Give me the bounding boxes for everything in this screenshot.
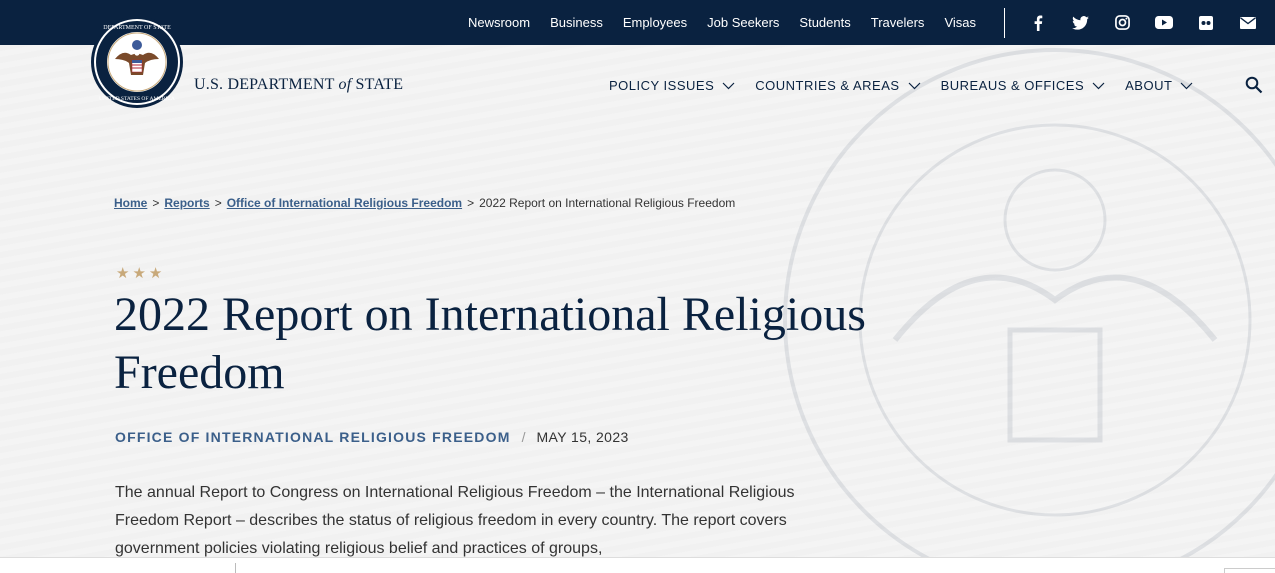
meta-divider: / [521,429,526,445]
utility-link-employees[interactable]: Employees [623,15,687,30]
svg-text:UNITED STATES OF AMERICA: UNITED STATES OF AMERICA [99,96,175,102]
chevron-down-icon [722,82,735,89]
intro-paragraph: The annual Report to Congress on Interna… [115,484,795,557]
utility-bar: Newsroom Business Employees Job Seekers … [0,0,1275,45]
search-icon[interactable] [1245,76,1263,94]
breadcrumb-home[interactable]: Home [114,196,147,210]
nav-about[interactable]: ABOUT [1125,78,1193,93]
instagram-icon[interactable] [1101,15,1143,30]
agency-name-prefix: U.S. DEPARTMENT [194,76,339,93]
nav-bureaus-offices-label: BUREAUS & OFFICES [940,78,1085,93]
agency-name-suffix: STATE [351,76,404,93]
breadcrumb: Home > Reports > Office of International… [114,196,735,210]
publish-date: MAY 15, 2023 [536,429,629,445]
nav-countries-areas-label: COUNTRIES & AREAS [755,78,900,93]
bottom-divider [235,563,236,573]
page-title: 2022 Report on International Religious F… [114,288,866,399]
agency-name-of: of [338,76,352,93]
svg-text:DEPARTMENT OF STATE: DEPARTMENT OF STATE [103,25,171,31]
decorative-stars: ★★★ [116,265,166,282]
article-meta: OFFICE OF INTERNATIONAL RELIGIOUS FREEDO… [115,429,629,445]
facebook-icon[interactable] [1017,15,1059,31]
breadcrumb-separator: > [467,196,475,210]
utility-divider [1004,7,1005,38]
site-header: DEPARTMENT OF STATE UNITED STATES OF AME… [0,16,1275,127]
twitter-icon[interactable] [1059,15,1101,30]
agency-name[interactable]: U.S. DEPARTMENT of STATE [194,76,403,94]
social-links [1017,15,1269,31]
utility-link-students[interactable]: Students [799,15,850,30]
office-link[interactable]: OFFICE OF INTERNATIONAL RELIGIOUS FREEDO… [115,429,511,445]
chevron-down-icon [1092,82,1105,89]
nav-policy-issues[interactable]: POLICY ISSUES [609,78,735,93]
nav-countries-areas[interactable]: COUNTRIES & AREAS [755,78,920,93]
breadcrumb-separator: > [214,196,222,210]
bottom-strip [0,557,1275,573]
chevron-down-icon [908,82,920,89]
breadcrumb-current: 2022 Report on International Religious F… [479,196,736,210]
nav-bureaus-offices[interactable]: BUREAUS & OFFICES [941,78,1106,93]
flickr-icon[interactable] [1185,15,1227,30]
department-seal-logo[interactable]: DEPARTMENT OF STATE UNITED STATES OF AME… [90,15,184,109]
utility-link-travelers[interactable]: Travelers [871,15,925,30]
youtube-icon[interactable] [1143,16,1185,29]
utility-nav: Newsroom Business Employees Job Seekers … [448,15,976,30]
nav-about-label: ABOUT [1125,78,1173,93]
nav-policy-issues-label: POLICY ISSUES [609,78,715,93]
breadcrumb-reports[interactable]: Reports [164,196,209,210]
utility-link-visas[interactable]: Visas [944,15,976,30]
bottom-widget [1224,568,1275,573]
chevron-down-icon [1181,82,1193,89]
email-icon[interactable] [1227,16,1269,29]
breadcrumb-separator: > [152,196,160,210]
main-nav: POLICY ISSUES COUNTRIES & AREAS BUREAUS … [609,78,1213,93]
utility-link-job-seekers[interactable]: Job Seekers [707,15,779,30]
utility-link-business[interactable]: Business [550,15,603,30]
utility-link-newsroom[interactable]: Newsroom [468,15,530,30]
breadcrumb-office[interactable]: Office of International Religious Freedo… [227,196,462,210]
